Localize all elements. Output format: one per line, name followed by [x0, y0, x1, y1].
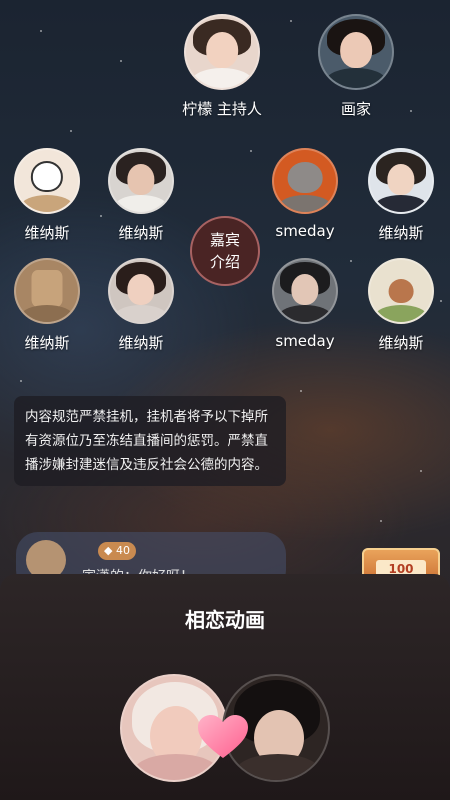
guest-avatar[interactable]: [108, 148, 174, 214]
guest-right-bot-1[interactable]: smeday: [255, 258, 355, 350]
guest-name: 维纳斯: [378, 334, 424, 352]
guest-avatar[interactable]: [368, 258, 434, 324]
guest-avatar[interactable]: [14, 258, 80, 324]
heart-icon: [198, 715, 248, 758]
guest-left-top-1[interactable]: 维纳斯: [0, 148, 97, 243]
guest-right-bot-2[interactable]: 维纳斯: [351, 258, 450, 353]
guest-intro-label-1: 嘉宾: [209, 231, 240, 249]
painter-name: 画家: [340, 100, 371, 118]
guest-avatar[interactable]: [108, 258, 174, 324]
guest-host[interactable]: 柠檬 主持人: [172, 14, 272, 119]
guest-painter[interactable]: 画家: [306, 14, 406, 119]
painter-avatar[interactable]: [318, 14, 394, 90]
guest-intro-label-2: 介绍: [209, 253, 240, 271]
guest-name: smeday: [275, 222, 335, 240]
host-name: 柠檬 主持人: [182, 100, 262, 118]
guest-avatar[interactable]: [14, 148, 80, 214]
guest-left-bot-1[interactable]: 维纳斯: [0, 258, 97, 353]
content-rules-notice: 内容规范严禁挂机，挂机者将予以下掉所有资源位乃至冻结直播间的惩罚。严禁直播涉嫌封…: [14, 396, 286, 486]
host-avatar[interactable]: [184, 14, 260, 90]
guest-name: 维纳斯: [378, 224, 424, 242]
guest-name: 维纳斯: [24, 334, 70, 352]
guest-right-top-2[interactable]: 维纳斯: [351, 148, 450, 243]
sheet-title: 相恋动画: [185, 608, 265, 632]
guest-avatar[interactable]: [368, 148, 434, 214]
guest-avatar[interactable]: [272, 258, 338, 324]
guest-right-top-1[interactable]: smeday: [255, 148, 355, 240]
guest-left-top-2[interactable]: 维纳斯: [91, 148, 191, 243]
guest-avatar[interactable]: [272, 148, 338, 214]
love-animation-sheet: 相恋动画: [0, 574, 450, 800]
guest-name: 维纳斯: [24, 224, 70, 242]
guest-intro-button[interactable]: 嘉宾 介绍: [190, 216, 260, 286]
guest-name: 维纳斯: [118, 224, 164, 242]
guest-name: 维纳斯: [118, 334, 164, 352]
guest-name: smeday: [275, 332, 335, 350]
level-badge: ◆ 40: [98, 542, 136, 560]
diamond-icon: ◆: [104, 544, 113, 557]
guest-left-bot-2[interactable]: 维纳斯: [91, 258, 191, 353]
